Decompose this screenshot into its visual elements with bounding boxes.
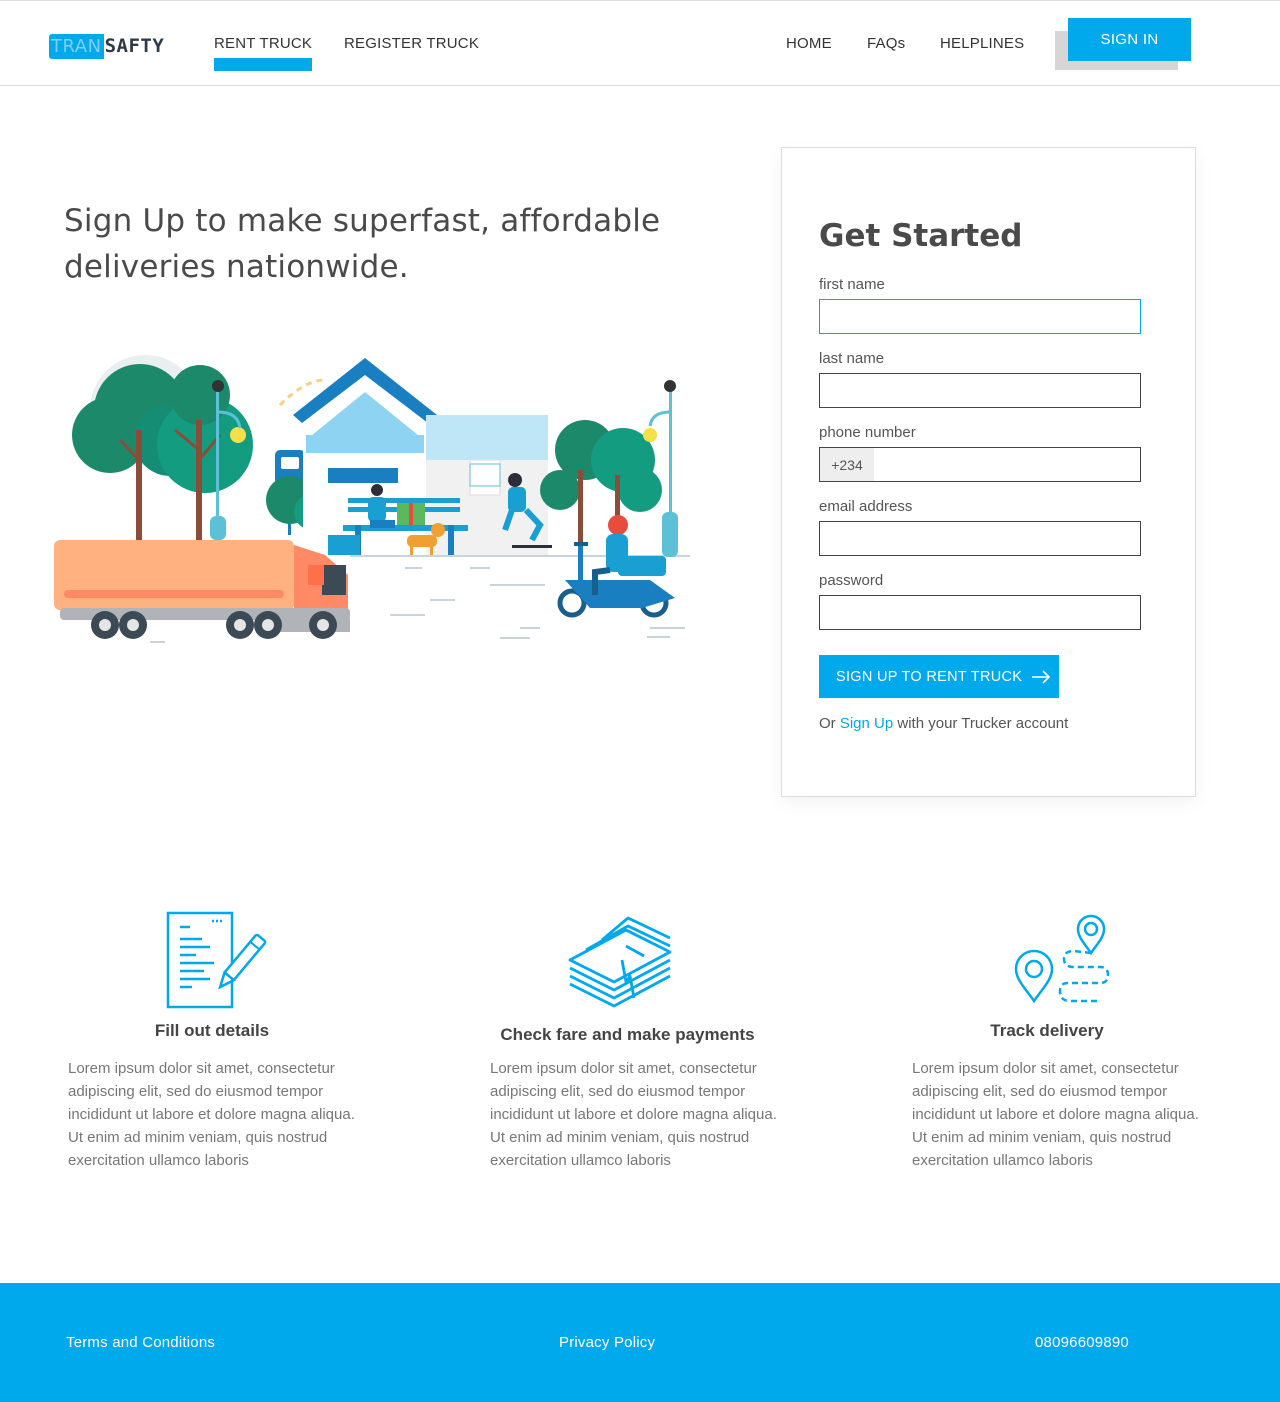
footer-phone-link[interactable]: 08096609890 — [1035, 1334, 1129, 1351]
trucker-signup-note: Or Sign Up with your Trucker account — [819, 715, 1068, 732]
hero-headline-line2: deliveries nationwide. — [64, 249, 409, 285]
footer-terms-link[interactable]: Terms and Conditions — [66, 1334, 215, 1351]
feature-text-track-delivery: Lorem ipsum dolor sit amet, consectetur … — [912, 1060, 1199, 1169]
delivery-scene-illustration — [54, 355, 690, 643]
footer: Terms and Conditions Privacy Policy 0809… — [0, 1283, 1280, 1402]
first-name-label: first name — [819, 276, 885, 293]
last-name-field[interactable] — [819, 373, 1141, 408]
brand-logo[interactable]: TRAN SAFTY — [49, 33, 164, 59]
phone-field-group: +234 — [819, 447, 1141, 482]
hero-headline: Sign Up to make superfast, affordable de… — [64, 198, 684, 290]
signup-submit-button[interactable]: SIGN UP TO RENT TRUCK — [819, 655, 1059, 698]
money-stack-icon — [566, 912, 674, 1013]
route-pin-icon — [1014, 911, 1110, 1014]
document-pen-icon — [166, 911, 270, 1014]
nav-register-truck[interactable]: REGISTER TRUCK — [344, 35, 479, 52]
nav-faqs[interactable]: FAQs — [867, 35, 905, 52]
trucker-note-suffix: with your Trucker account — [897, 715, 1069, 732]
feature-title-track-delivery: Track delivery — [990, 1021, 1104, 1040]
card-title: Get Started — [819, 218, 1023, 254]
nav-home[interactable]: HOME — [786, 35, 832, 52]
password-field[interactable] — [819, 595, 1141, 630]
password-label: password — [819, 572, 884, 589]
feature-title-fare-payments: Check fare and make payments — [500, 1025, 755, 1044]
last-name-label: last name — [819, 350, 885, 367]
arrow-right-icon — [1031, 669, 1051, 684]
phone-field[interactable] — [874, 448, 1140, 481]
email-label: email address — [819, 498, 913, 515]
signup-card: Get Started first name last name phone n… — [781, 147, 1196, 797]
signup-submit-label: SIGN UP TO RENT TRUCK — [836, 668, 1023, 685]
phone-label: phone number — [819, 424, 916, 441]
first-name-field[interactable] — [819, 299, 1141, 334]
footer-privacy-link[interactable]: Privacy Policy — [559, 1334, 655, 1351]
signin-button[interactable]: SIGN IN — [1068, 18, 1191, 61]
trucker-signup-link[interactable]: Sign Up — [840, 715, 893, 732]
trucker-note-prefix: Or — [819, 715, 836, 732]
feature-text-fare-payments: Lorem ipsum dolor sit amet, consectetur … — [490, 1060, 777, 1169]
hero-headline-line1: Sign Up to make superfast, affordable — [64, 203, 661, 239]
email-field[interactable] — [819, 521, 1141, 556]
nav-rent-truck[interactable]: RENT TRUCK — [214, 35, 313, 71]
phone-country-code: +234 — [820, 448, 874, 481]
logo-part-tran: TRAN — [49, 33, 104, 59]
feature-text-fill-details: Lorem ipsum dolor sit amet, consectetur … — [68, 1060, 355, 1169]
logo-part-safty: SAFTY — [104, 35, 165, 57]
nav-helplines[interactable]: HELPLINES — [940, 35, 1024, 52]
feature-title-fill-details: Fill out details — [154, 1021, 270, 1040]
top-header: TRAN SAFTY RENT TRUCK REGISTER TRUCK HOME… — [0, 0, 1280, 86]
